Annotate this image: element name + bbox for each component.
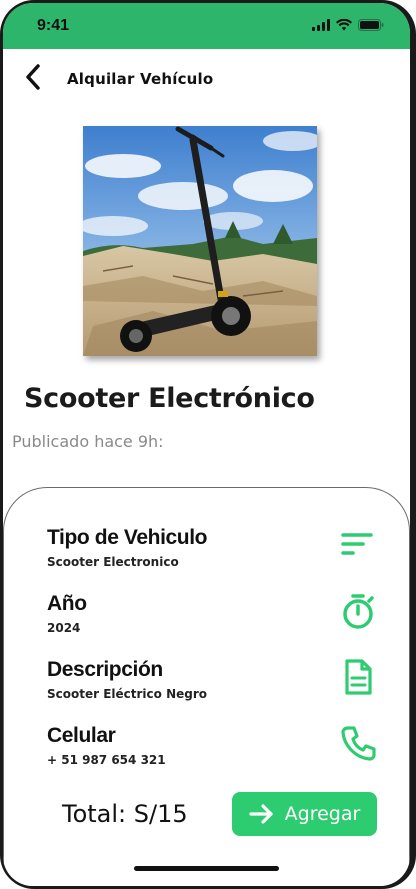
signal-icon bbox=[312, 19, 330, 31]
detail-value: 2024 bbox=[47, 621, 81, 635]
detail-row-year: Año 2024 bbox=[47, 592, 377, 652]
scooter-photo-illustration bbox=[83, 126, 317, 356]
home-indicator[interactable] bbox=[134, 866, 279, 871]
published-time: Publicado hace 9h: bbox=[12, 432, 164, 451]
page-title: Alquilar Vehículo bbox=[67, 70, 214, 88]
stopwatch-icon bbox=[343, 594, 374, 629]
total-price: Total: S/15 bbox=[62, 800, 188, 828]
battery-icon bbox=[358, 19, 384, 31]
status-time: 9:41 bbox=[37, 17, 70, 34]
screen: 9:41 Alquilar Vehículo Scooter Electróni… bbox=[3, 3, 410, 886]
add-button-label: Agregar bbox=[284, 803, 361, 825]
detail-label: Celular bbox=[47, 724, 116, 747]
detail-label: Descripción bbox=[47, 658, 163, 681]
add-button[interactable]: Agregar bbox=[232, 792, 377, 836]
status-icons bbox=[312, 19, 384, 31]
detail-value: Scooter Eléctrico Negro bbox=[47, 687, 208, 701]
detail-value: Scooter Electronico bbox=[47, 555, 179, 569]
detail-label: Año bbox=[47, 592, 87, 615]
chevron-left-icon bbox=[26, 64, 40, 90]
wifi-icon bbox=[336, 19, 352, 31]
status-bar: 9:41 bbox=[3, 3, 410, 49]
detail-label: Tipo de Vehiculo bbox=[47, 526, 208, 549]
vehicle-photo bbox=[83, 126, 317, 356]
detail-row-vehicle-type: Tipo de Vehiculo Scooter Electronico bbox=[47, 526, 377, 586]
detail-row-description: Descripción Scooter Eléctrico Negro bbox=[47, 658, 377, 718]
arrow-right-icon bbox=[249, 804, 273, 824]
back-button[interactable] bbox=[17, 61, 49, 93]
vehicle-name: Scooter Electrónico bbox=[24, 383, 315, 414]
filter-lines-icon bbox=[341, 533, 373, 555]
header: Alquilar Vehículo bbox=[3, 59, 410, 99]
phone-frame: 9:41 Alquilar Vehículo Scooter Electróni… bbox=[0, 0, 416, 889]
document-icon bbox=[345, 659, 372, 695]
detail-row-phone: Celular + 51 987 654 321 bbox=[47, 724, 377, 784]
phone-icon[interactable] bbox=[339, 724, 377, 762]
detail-value[interactable]: + 51 987 654 321 bbox=[47, 753, 166, 767]
